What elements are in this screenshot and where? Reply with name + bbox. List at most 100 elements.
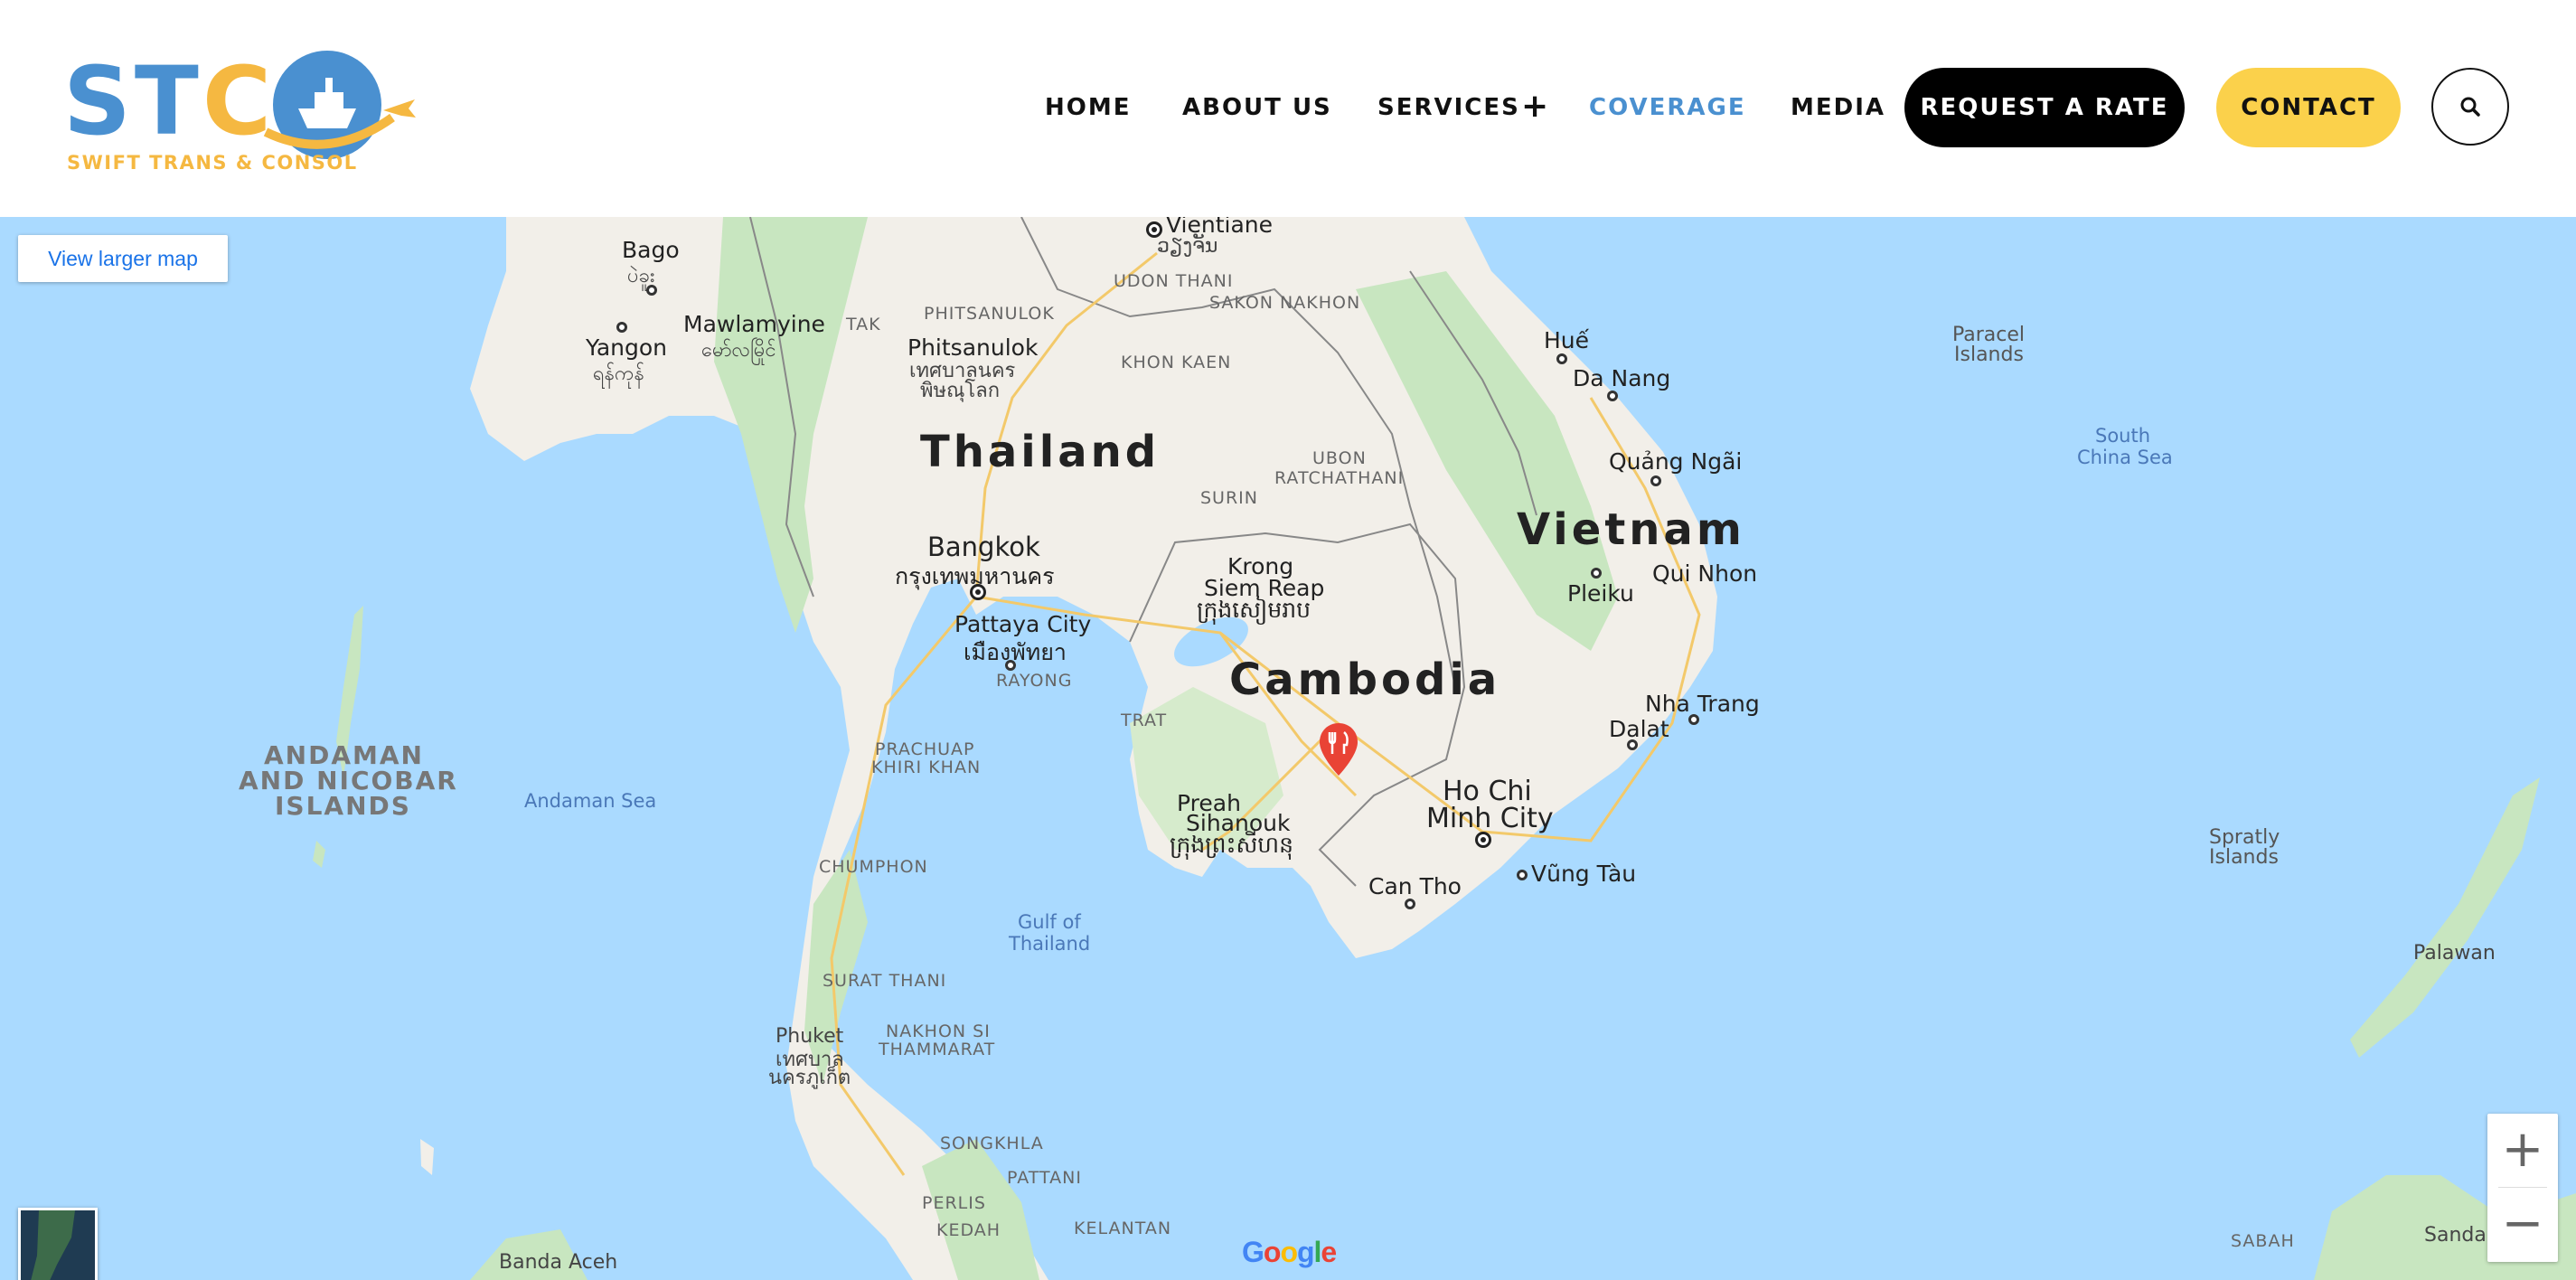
capital-dot <box>970 584 986 600</box>
city-dot <box>1475 832 1491 848</box>
view-larger-map-link[interactable]: View larger map <box>18 235 228 282</box>
label-cambodia: Cambodia <box>1229 654 1501 705</box>
city-dot <box>1627 739 1638 750</box>
logo-letter-t: T <box>134 46 202 156</box>
label-ubon: UBON <box>1312 448 1367 468</box>
services-expand-icon[interactable]: + <box>1521 68 1548 147</box>
request-rate-button[interactable]: REQUEST A RATE <box>1904 68 2185 147</box>
nav-coverage[interactable]: COVERAGE <box>1589 68 1746 147</box>
label-songkhla: SONGKHLA <box>940 1134 1044 1153</box>
logo-letters: STC <box>63 54 275 148</box>
label-thammarat: THAMMARAT <box>879 1040 996 1059</box>
label-vung-tau: Vũng Tàu <box>1531 861 1637 887</box>
label-palawan: Palawan <box>2413 942 2496 965</box>
label-andaman-1: ANDAMAN <box>264 740 424 770</box>
label-sihanouk-local: ក្រុងព្រះសីហនុ <box>1170 832 1293 858</box>
label-nha-trang: Nha Trang <box>1645 691 1760 717</box>
city-dot <box>616 322 627 333</box>
label-andaman-2: AND NICOBAR <box>239 766 458 795</box>
label-hue: Huế <box>1544 327 1590 353</box>
city-dot <box>1005 660 1016 671</box>
label-phuket-local2: นครภูเก็ต <box>768 1067 851 1089</box>
zoom-out-button[interactable]: − <box>2487 1188 2558 1260</box>
label-trat: TRAT <box>1121 711 1168 730</box>
city-dot <box>1688 714 1699 725</box>
nav-media[interactable]: MEDIA <box>1791 68 1885 147</box>
label-scs-1: South <box>2095 425 2151 447</box>
label-scs-2: China Sea <box>2077 447 2173 468</box>
city-dot <box>1591 568 1602 579</box>
small-island <box>420 1139 434 1175</box>
label-pattani: PATTANI <box>1007 1168 1082 1188</box>
satellite-toggle[interactable] <box>18 1208 98 1280</box>
nav-home[interactable]: HOME <box>1045 68 1132 147</box>
label-qui-nhon: Qui Nhon <box>1652 560 1758 587</box>
label-chumphon: CHUMPHON <box>819 857 928 877</box>
label-thailand: Thailand <box>920 427 1161 477</box>
city-dot <box>1405 899 1415 909</box>
label-prachuap: PRACHUAP <box>875 739 975 759</box>
label-gulf-2: Thailand <box>1009 933 1091 955</box>
label-rayong: RAYONG <box>996 671 1073 691</box>
city-dot <box>1556 353 1567 364</box>
google-attribution-logo: Google <box>1242 1236 1337 1268</box>
label-quang-ngai: Quảng Ngãi <box>1609 448 1743 475</box>
city-dot <box>1607 391 1618 401</box>
label-siem-reap-local: ក្រុងសៀមរាប <box>1197 597 1311 623</box>
nav-services[interactable]: SERVICES <box>1377 68 1520 147</box>
label-mawlamyine: Mawlamyine <box>683 311 825 337</box>
label-paracel-2: Islands <box>1954 344 2024 366</box>
search-icon <box>2460 97 2480 117</box>
palawan-island <box>2350 777 2540 1058</box>
city-dot <box>646 285 657 296</box>
label-bago: Bago <box>622 237 680 263</box>
search-button[interactable] <box>2431 68 2509 146</box>
logo-letter-s: S <box>63 46 135 156</box>
label-kelantan: KELANTAN <box>1074 1219 1172 1238</box>
label-banda-aceh: Banda Aceh <box>499 1251 618 1274</box>
label-bangkok: Bangkok <box>927 532 1040 562</box>
label-gulf-1: Gulf of <box>1018 911 1081 933</box>
label-kedah: KEDAH <box>936 1220 1001 1240</box>
label-khiri-khan: KHIRI KHAN <box>871 758 982 777</box>
mainland-landmass <box>470 217 1717 1280</box>
satellite-thumbnail-icon <box>21 1210 95 1280</box>
label-vietnam: Vietnam <box>1517 504 1745 555</box>
label-sakon-nakhon: SAKON NAKHON <box>1209 293 1361 313</box>
label-da-nang: Da Nang <box>1573 365 1671 391</box>
contact-button[interactable]: CONTACT <box>2216 68 2401 147</box>
zoom-in-button[interactable]: + <box>2487 1114 2558 1186</box>
label-minh-city: Minh City <box>1426 803 1554 834</box>
label-vientiane-local: ວຽງຈັນ <box>1157 235 1218 258</box>
label-udon-thani: UDON THANI <box>1114 271 1234 291</box>
label-pleiku: Pleiku <box>1567 580 1634 607</box>
label-ratchathani: RATCHATHANI <box>1274 468 1405 488</box>
label-khon-kaen: KHON KAEN <box>1121 353 1232 372</box>
city-dot <box>1650 475 1661 486</box>
site-header: STC SWIFT TRANS & CONSOL HOME ABOUT US S… <box>0 0 2576 217</box>
label-dalat: Dalat <box>1609 716 1669 742</box>
label-yangon: Yangon <box>586 334 668 361</box>
label-spratly-2: Islands <box>2209 846 2279 869</box>
label-andaman-3: ISLANDS <box>275 791 411 821</box>
nicobar-islands <box>313 841 325 868</box>
zoom-controls: + − <box>2487 1114 2558 1262</box>
nav-about-us[interactable]: ABOUT US <box>1182 68 1332 147</box>
label-tak: TAK <box>846 315 881 334</box>
label-surin: SURIN <box>1200 488 1258 508</box>
label-perlis: PERLIS <box>922 1193 986 1213</box>
label-yangon-local: ရန်ကုန် <box>593 362 644 385</box>
label-sabah: SABAH <box>2231 1231 2295 1251</box>
restaurant-marker-icon[interactable] <box>1320 723 1358 776</box>
city-dot <box>1517 870 1528 880</box>
label-can-tho: Can Tho <box>1368 873 1462 899</box>
label-surat-thani: SURAT THANI <box>823 971 947 991</box>
coverage-map[interactable]: Thailand Vietnam Cambodia Bago ပဲခူး Maw… <box>0 217 2576 1280</box>
label-andaman-sea: Andaman Sea <box>524 790 657 812</box>
label-phitsanulok-local2: พิษณุโลก <box>920 380 1001 402</box>
label-phitsanulok-province: PHITSANULOK <box>924 304 1055 324</box>
label-mawlamyine-local: မော်လမြိုင် <box>701 339 776 362</box>
stc-logo[interactable]: STC SWIFT TRANS & CONSOL <box>63 42 416 177</box>
label-pattaya: Pattaya City <box>954 611 1092 637</box>
logo-tagline: SWIFT TRANS & CONSOL <box>67 152 358 174</box>
